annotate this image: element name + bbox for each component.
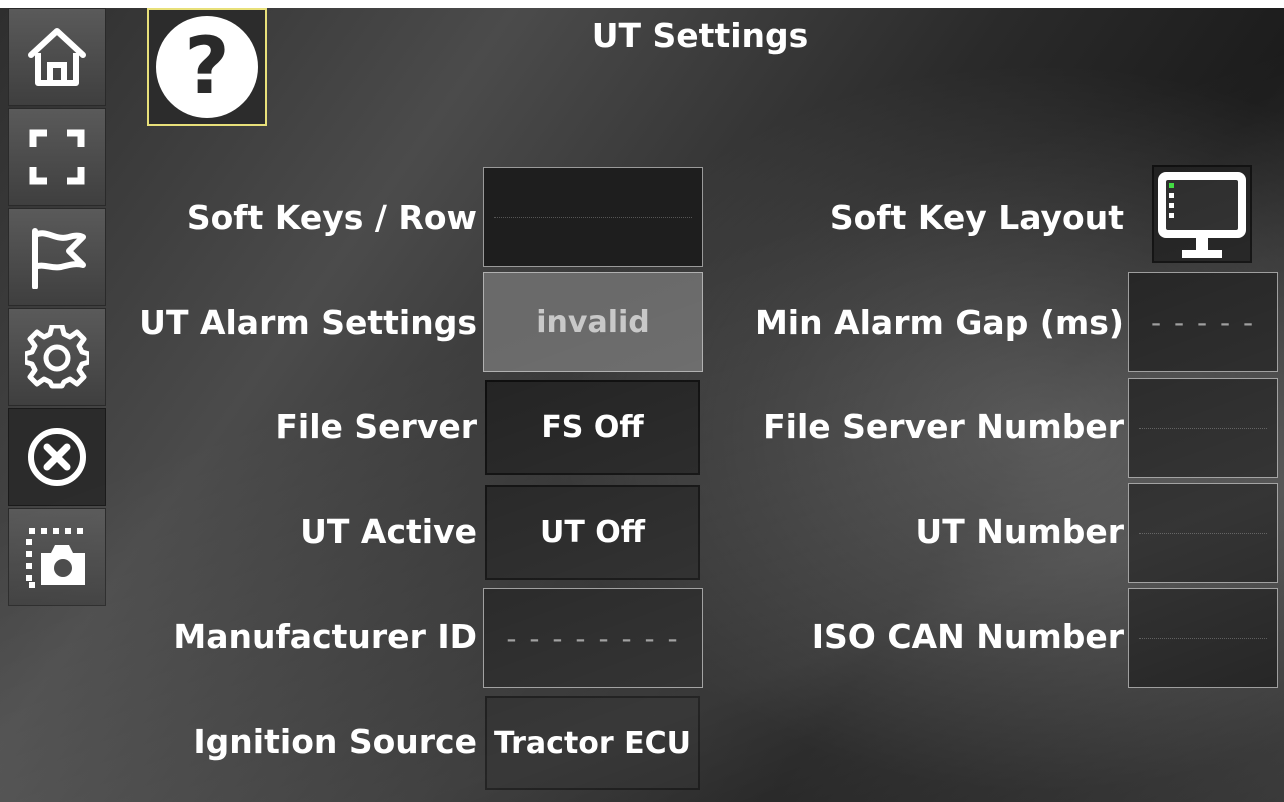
soft-key-layout-label: Soft Key Layout [829,198,1124,237]
soft-keys-row-label: Soft Keys / Row [186,198,477,237]
min-alarm-gap-field[interactable]: - - - - - [1128,272,1278,372]
camera-icon [26,528,85,588]
page-title: UT Settings [591,16,809,55]
empty-value-line [1139,638,1267,639]
iso-can-number-field[interactable] [1128,588,1278,688]
manufacturer-id-field[interactable]: - - - - - - - - [483,588,703,688]
file-server-label: File Server [275,407,477,446]
empty-value-line [1139,533,1267,534]
sidebar-item-settings[interactable] [8,308,106,406]
min-alarm-gap-value: - - - - - [1150,305,1256,339]
soft-keys-row-field[interactable] [483,167,703,267]
ut-active-label: UT Active [300,512,477,551]
close-circle-icon [28,428,86,486]
flag-icon [32,228,86,289]
sidebar-item-flag[interactable] [8,208,106,306]
ut-number-label: UT Number [915,512,1124,551]
sidebar-item-fullscreen[interactable] [8,108,106,206]
ignition-source-value: Tractor ECU [493,725,692,761]
help-icon: ? [156,16,258,118]
file-server-number-field[interactable] [1128,378,1278,478]
ut-alarm-settings-field[interactable]: invalid [483,272,703,372]
file-server-button[interactable]: FS Off [485,380,700,475]
ut-active-button[interactable]: UT Off [485,485,700,580]
file-server-value: FS Off [541,410,644,445]
min-alarm-gap-label: Min Alarm Gap (ms) [754,303,1124,342]
help-button[interactable]: ? [147,8,267,126]
sidebar-item-home[interactable] [8,8,106,106]
fullscreen-icon [29,129,85,185]
sidebar-item-close[interactable] [8,408,106,506]
home-icon [28,28,86,86]
ut-alarm-settings-label: UT Alarm Settings [139,303,477,342]
ignition-source-button[interactable]: Tractor ECU [485,696,700,790]
empty-value-line [1139,428,1267,429]
ut-active-value: UT Off [539,515,646,550]
file-server-number-label: File Server Number [763,407,1124,446]
screen: ? UT Settings Soft Keys / Row UT Alarm S… [0,8,1284,802]
monitor-layout-icon [1158,172,1246,258]
ut-number-field[interactable] [1128,483,1278,583]
soft-key-layout-button[interactable] [1152,165,1252,263]
ignition-source-label: Ignition Source [193,722,477,761]
gear-icon [25,325,89,389]
ut-alarm-settings-value: invalid [536,304,650,340]
iso-can-number-label: ISO CAN Number [811,617,1124,656]
empty-value-line [494,217,692,218]
sidebar-item-screenshot[interactable] [8,508,106,606]
manufacturer-id-label: Manufacturer ID [173,617,477,656]
manufacturer-id-value: - - - - - - - - [506,621,680,655]
